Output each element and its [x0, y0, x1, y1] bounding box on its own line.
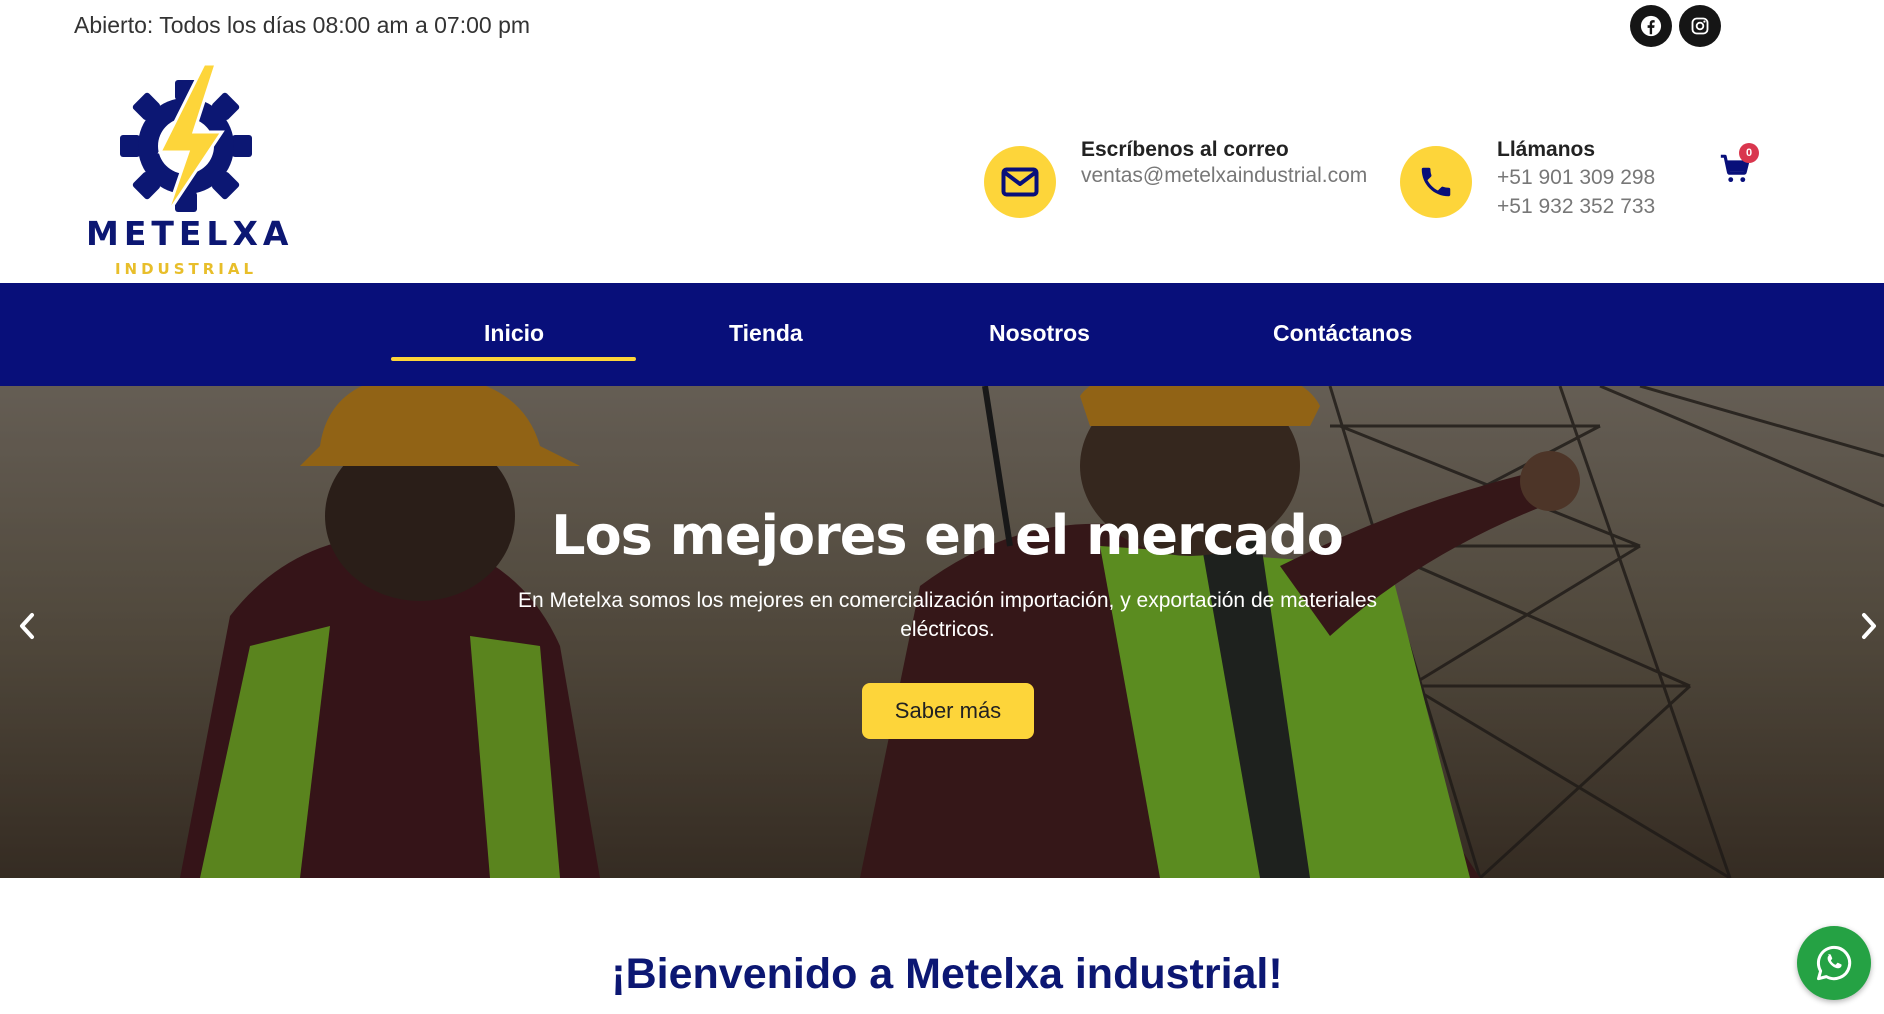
saber-mas-button[interactable]: Saber más: [862, 683, 1034, 739]
chevron-right-icon: [1862, 613, 1876, 639]
email-link[interactable]: ventas@metelxaindustrial.com: [1081, 164, 1367, 188]
email-badge: [984, 146, 1056, 218]
phone-icon: [1421, 167, 1451, 197]
hero-title: Los mejores en el mercado: [551, 504, 1344, 567]
site-header: METELXA INDUSTRIAL Escríbenos al correo …: [0, 54, 1884, 283]
nav-item-nosotros[interactable]: Nosotros: [989, 320, 1090, 347]
phone-link-2[interactable]: +51 932 352 733: [1497, 195, 1655, 219]
chevron-left-icon: [20, 613, 34, 639]
phone-title: Llámanos: [1497, 138, 1596, 161]
top-bar: Abierto: Todos los días 08:00 am a 07:00…: [0, 0, 1884, 54]
slider-next-button[interactable]: [1854, 606, 1884, 646]
site-logo[interactable]: METELXA INDUSTRIAL: [86, 64, 294, 279]
nav-item-contactanos[interactable]: Contáctanos: [1273, 320, 1412, 347]
phone-badge: [1400, 146, 1472, 218]
opening-hours: Abierto: Todos los días 08:00 am a 07:00…: [74, 12, 531, 38]
cart-count-badge: 0: [1739, 143, 1759, 163]
envelope-icon: [1001, 167, 1039, 197]
hero-slider: Los mejores en el mercado En Metelxa som…: [0, 386, 1884, 878]
gear-bolt-icon: [120, 64, 252, 214]
facebook-link[interactable]: [1630, 5, 1672, 47]
whatsapp-button[interactable]: [1797, 926, 1871, 1000]
nav-item-inicio[interactable]: Inicio: [484, 320, 544, 347]
whatsapp-icon: [1816, 945, 1852, 981]
welcome-heading: ¡Bienvenido a Metelxa industrial!: [611, 950, 1283, 998]
nav-item-tienda[interactable]: Tienda: [729, 320, 803, 347]
instagram-icon: [1691, 17, 1709, 35]
hero-subtitle: En Metelxa somos los mejores en comercia…: [517, 589, 1378, 641]
logo-name: METELXA: [86, 214, 294, 253]
nav-active-indicator: [391, 357, 636, 361]
logo-tagline: INDUSTRIAL: [114, 260, 258, 278]
main-nav: Inicio Tienda Nosotros Contáctanos: [0, 283, 1884, 386]
slider-prev-button[interactable]: [12, 606, 42, 646]
email-title: Escríbenos al correo: [1081, 138, 1289, 161]
instagram-link[interactable]: [1679, 5, 1721, 47]
phone-link-1[interactable]: +51 901 309 298: [1497, 166, 1655, 190]
facebook-icon: [1640, 15, 1662, 37]
